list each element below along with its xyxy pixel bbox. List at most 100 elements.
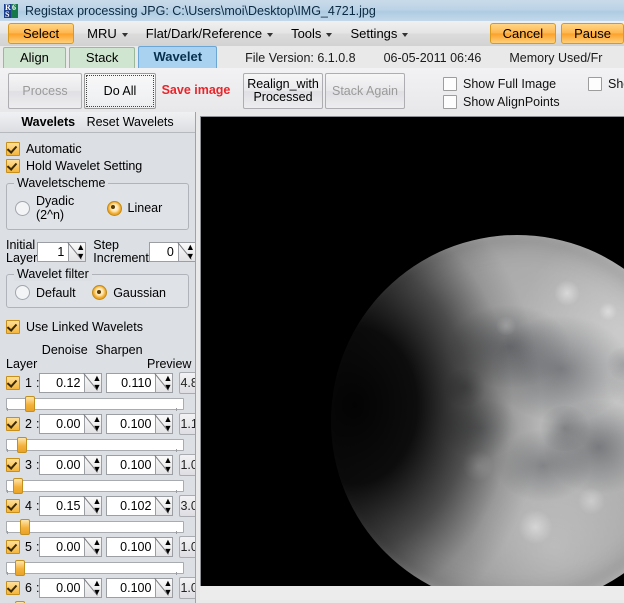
do-all-button[interactable]: Do All: [84, 73, 156, 109]
denoise-stepper[interactable]: 0.00 ▲▼: [39, 537, 102, 557]
layer-enabled-checkbox[interactable]: [6, 417, 20, 431]
preview-value[interactable]: 1.0: [179, 536, 196, 558]
menu-flat-dark-reference[interactable]: Flat/Dark/Reference: [137, 23, 282, 44]
sharpen-stepper[interactable]: 0.100 ▲▼: [106, 414, 173, 434]
preview-value[interactable]: 1.1: [179, 413, 196, 435]
process-button[interactable]: Process: [8, 73, 82, 109]
stepper-arrows-icon[interactable]: ▲▼: [155, 537, 173, 557]
tab-stack[interactable]: Stack: [69, 47, 136, 68]
realign-with-processed-button[interactable]: Realign_with Processed: [243, 73, 323, 109]
denoise-stepper[interactable]: 0.00 ▲▼: [39, 414, 102, 434]
layer-enabled-checkbox[interactable]: [6, 581, 20, 595]
sharpen-value[interactable]: 0.110: [106, 373, 155, 393]
sharpen-stepper[interactable]: 0.100 ▲▼: [106, 537, 173, 557]
cancel-button[interactable]: Cancel: [490, 23, 556, 44]
slider-track[interactable]: [6, 480, 184, 492]
layer-enabled-checkbox[interactable]: [6, 540, 20, 554]
default-filter-radio[interactable]: [15, 285, 30, 300]
denoise-stepper[interactable]: 0.00 ▲▼: [39, 455, 102, 475]
menu-settings[interactable]: Settings: [341, 23, 417, 44]
denoise-value[interactable]: 0.00: [39, 578, 84, 598]
stepper-arrows-icon[interactable]: ▲▼: [84, 537, 102, 557]
save-image-button[interactable]: Save image: [155, 73, 237, 107]
initial-layer-stepper[interactable]: 1 ▲▼: [37, 242, 86, 262]
image-canvas[interactable]: [200, 116, 624, 586]
slider-track[interactable]: [6, 562, 184, 574]
dyadic-radio[interactable]: [15, 201, 30, 216]
preview-value[interactable]: 3.0: [179, 495, 196, 517]
tab-align[interactable]: Align: [3, 47, 66, 68]
sharpen-stepper[interactable]: 0.100 ▲▼: [106, 578, 173, 598]
sharpen-stepper[interactable]: 0.110 ▲▼: [106, 373, 173, 393]
slider-track[interactable]: [6, 521, 184, 533]
denoise-stepper[interactable]: 0.00 ▲▼: [39, 578, 102, 598]
sharpen-value[interactable]: 0.100: [106, 414, 155, 434]
stepper-arrows-icon[interactable]: ▲▼: [155, 496, 173, 516]
pause-button[interactable]: Pause: [561, 23, 624, 44]
layer-enabled-checkbox[interactable]: [6, 376, 20, 390]
sharpen-value[interactable]: 0.100: [106, 578, 155, 598]
show-alignpoints-checkbox[interactable]: Show AlignPoints: [443, 95, 560, 109]
stepper-arrows-icon[interactable]: ▲▼: [84, 373, 102, 393]
slider-thumb[interactable]: [13, 478, 23, 494]
image-view[interactable]: [196, 112, 624, 603]
slider-thumb[interactable]: [15, 560, 25, 576]
sharpen-value[interactable]: 0.102: [106, 496, 155, 516]
sharpen-value[interactable]: 0.100: [106, 455, 155, 475]
stepper-arrows-icon[interactable]: ▲▼: [84, 496, 102, 516]
stepper-arrows-icon[interactable]: ▲▼: [84, 455, 102, 475]
layer-enabled-checkbox[interactable]: [6, 499, 20, 513]
show-third-checkbox[interactable]: Show: [588, 77, 624, 91]
stepper-arrows-icon[interactable]: ▲▼: [155, 414, 173, 434]
initial-layer-value[interactable]: 1: [37, 242, 68, 262]
menu-select[interactable]: Select: [8, 23, 74, 44]
layer-slider[interactable]: [6, 478, 189, 491]
chevron-down-icon: [402, 33, 408, 37]
tab-wavelet[interactable]: Wavelet: [138, 46, 217, 68]
sharpen-stepper[interactable]: 0.102 ▲▼: [106, 496, 173, 516]
reset-wavelets-button[interactable]: Reset Wavelets: [87, 115, 174, 129]
sharpen-stepper[interactable]: 0.100 ▲▼: [106, 455, 173, 475]
layer-slider[interactable]: [6, 560, 189, 573]
denoise-value[interactable]: 0.15: [39, 496, 84, 516]
layer-enabled-checkbox[interactable]: [6, 458, 20, 472]
stack-again-button[interactable]: Stack Again: [325, 73, 405, 109]
stepper-arrows-icon[interactable]: ▲▼: [155, 455, 173, 475]
layer-slider[interactable]: [6, 519, 189, 532]
denoise-value[interactable]: 0.00: [39, 455, 84, 475]
step-increment-stepper[interactable]: 0 ▲▼: [149, 242, 196, 262]
denoise-value[interactable]: 0.00: [39, 537, 84, 557]
stepper-arrows-icon[interactable]: ▲▼: [84, 578, 102, 598]
slider-thumb[interactable]: [17, 437, 27, 453]
layer-slider[interactable]: [6, 437, 189, 450]
preview-value[interactable]: 4.8: [179, 372, 196, 394]
gaussian-filter-radio[interactable]: [92, 285, 107, 300]
column-preview: Preview: [147, 357, 189, 371]
slider-thumb[interactable]: [25, 396, 35, 412]
layer-row: 2: 0.00 ▲▼ 0.100 ▲▼ 1.1: [6, 412, 189, 436]
image-horizontal-scrollbar[interactable]: [200, 586, 624, 600]
menu-tools[interactable]: Tools: [282, 23, 341, 44]
step-increment-value[interactable]: 0: [149, 242, 178, 262]
slider-track[interactable]: [6, 439, 184, 451]
stepper-arrows-icon[interactable]: ▲▼: [84, 414, 102, 434]
preview-value[interactable]: 1.0: [179, 577, 196, 599]
automatic-checkbox[interactable]: Automatic: [6, 142, 189, 156]
slider-thumb[interactable]: [20, 519, 30, 535]
denoise-value[interactable]: 0.12: [39, 373, 84, 393]
stepper-arrows-icon[interactable]: ▲▼: [178, 242, 196, 262]
denoise-value[interactable]: 0.00: [39, 414, 84, 434]
stepper-arrows-icon[interactable]: ▲▼: [68, 242, 86, 262]
preview-value[interactable]: 1.0: [179, 454, 196, 476]
linear-radio[interactable]: [107, 201, 122, 216]
layer-slider[interactable]: [6, 396, 189, 409]
stepper-arrows-icon[interactable]: ▲▼: [155, 578, 173, 598]
show-full-image-checkbox[interactable]: Show Full Image: [443, 77, 556, 91]
denoise-stepper[interactable]: 0.12 ▲▼: [39, 373, 102, 393]
use-linked-wavelets-checkbox[interactable]: Use Linked Wavelets: [6, 320, 189, 334]
sharpen-value[interactable]: 0.100: [106, 537, 155, 557]
denoise-stepper[interactable]: 0.15 ▲▼: [39, 496, 102, 516]
menu-mru[interactable]: MRU: [78, 23, 137, 44]
hold-wavelet-setting-checkbox[interactable]: Hold Wavelet Setting: [6, 159, 189, 173]
stepper-arrows-icon[interactable]: ▲▼: [155, 373, 173, 393]
